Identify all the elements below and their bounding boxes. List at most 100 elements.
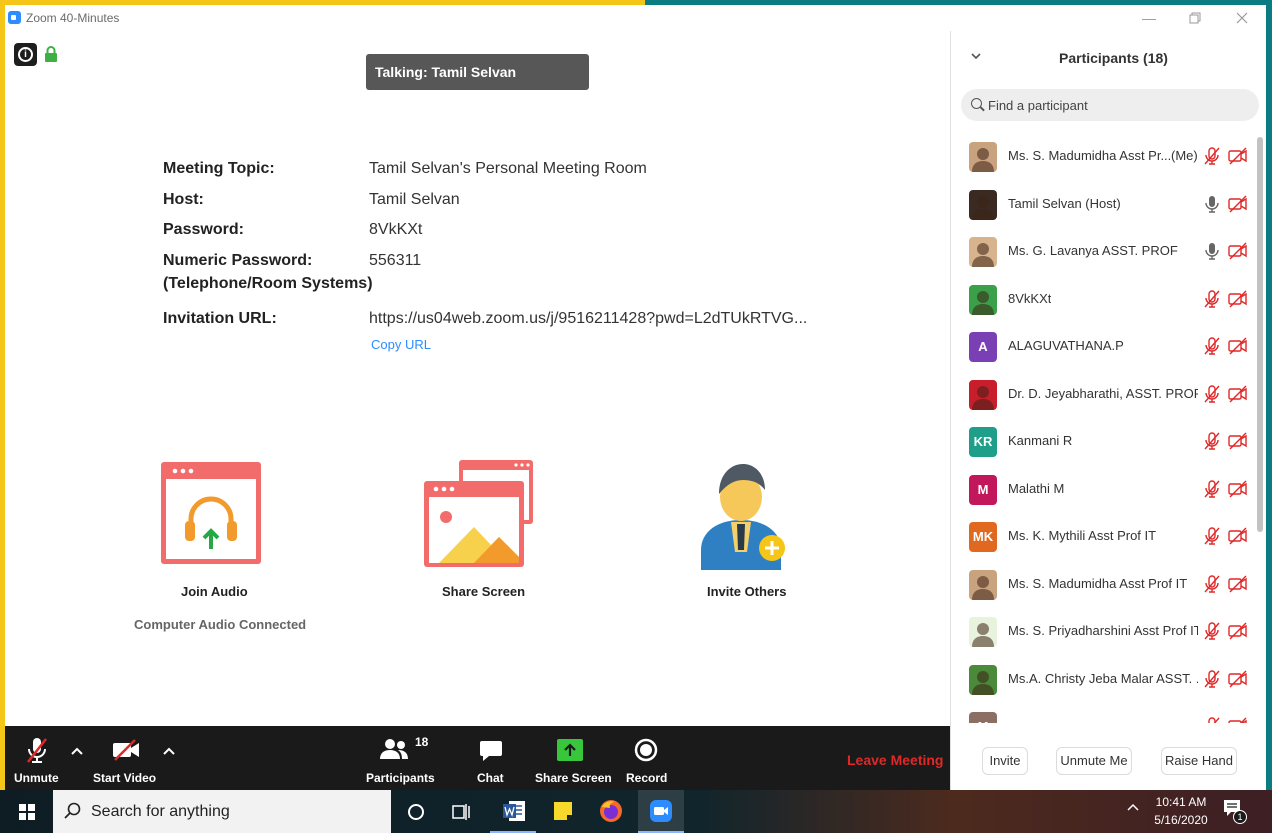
notification-count-badge: 1 [1233,810,1247,824]
join-audio-label[interactable]: Join Audio [181,584,248,599]
invite-button[interactable]: Invite [982,747,1028,775]
microphone-muted-icon [1203,431,1223,451]
video-off-icon [1227,431,1249,451]
close-button[interactable] [1228,8,1256,28]
participant-name: Tamil Selvan (Host) [1008,195,1121,211]
desktop-frame-right [1266,0,1272,790]
taskbar-search-input[interactable] [91,801,381,823]
copy-url-link[interactable]: Copy URL [371,337,431,352]
info-label: Password: [163,221,244,238]
start-video-button[interactable]: Start Video [89,726,163,790]
video-off-icon [1227,526,1249,546]
participants-list: Ms. S. Madumidha Asst Pr... (Me) Tamil Sel… [951,133,1255,723]
taskbar-zoom-app[interactable] [638,790,684,833]
invite-others-button[interactable] [695,452,795,570]
video-off-icon [1227,146,1249,166]
audio-options-caret-icon[interactable] [71,744,83,758]
unmute-button[interactable]: Unmute [5,726,69,790]
task-view-icon [452,804,470,820]
participant-avatar: M [969,474,997,505]
participant-avatar [969,379,997,410]
cortana-button[interactable] [393,790,439,833]
window-title: Zoom 40-Minutes [26,11,120,25]
microphone-icon [1203,241,1223,261]
participant-row[interactable]: Ms. G. Lavanya ASST. PROF [951,228,1255,275]
video-off-icon [1227,384,1249,404]
share-screen-label[interactable]: Share Screen [442,584,525,599]
chat-button[interactable]: Chat [467,726,513,790]
show-hidden-icons-chevron-icon[interactable] [1127,800,1139,814]
invite-others-label[interactable]: Invite Others [707,584,786,599]
cortana-icon [408,804,424,820]
start-video-label: Start Video [93,771,157,785]
meeting-info-button[interactable]: i [14,43,37,66]
task-view-button[interactable] [439,790,485,833]
participant-row[interactable]: KR Kanmani R [951,418,1255,465]
raise-hand-button[interactable]: Raise Hand [1161,747,1237,775]
zoom-window: Zoom 40-Minutes — i Talking: Tamil Selva… [5,5,1266,790]
taskbar-sticky-notes-app[interactable] [540,790,586,833]
share-screen-icon [424,460,533,567]
participant-avatar [969,664,997,695]
taskbar-word-app[interactable] [490,790,536,833]
join-audio-button[interactable] [155,457,265,567]
microphone-muted-icon [1203,574,1223,594]
clock-time: 10:41 AM [1155,795,1207,809]
start-button[interactable] [0,790,53,833]
microphone-muted-icon [27,738,47,763]
share-screen-button[interactable]: Share Screen [532,726,612,790]
participant-row[interactable]: Ms.A. Christy Jeba Malar ASST. ... [951,656,1255,703]
maximize-button[interactable] [1181,8,1209,28]
taskbar-search-icon [64,802,81,819]
participant-avatar: MK [969,522,997,552]
participant-row[interactable]: Tamil Selvan (Host) [951,181,1255,228]
info-value: 556311 [369,252,422,269]
join-audio-icon [161,462,261,564]
taskbar-clock[interactable]: 10:41 AM 5/16/2020 [1146,793,1216,829]
lock-icon[interactable] [44,45,58,63]
zoom-icon [650,800,672,822]
audio-status-text: Computer Audio Connected [134,617,307,632]
participant-row[interactable]: Ms. S. Priyadharshini Asst Prof IT [951,608,1255,655]
restore-icon [1189,12,1201,24]
share-screen-big-button[interactable] [418,457,538,569]
participant-row[interactable]: M [951,703,1255,723]
participants-count-badge: 18 [415,735,429,749]
collapse-panel-chevron-icon[interactable] [971,49,981,63]
search-icon [971,98,982,109]
info-value: https://us04web.zoom.us/j/9516211428?pwd… [369,310,808,327]
participant-search-input[interactable] [988,95,1248,115]
video-options-caret-icon[interactable] [163,744,175,758]
participant-name: Kanmani R [1008,433,1073,448]
record-button[interactable]: Record [622,726,672,790]
participants-button[interactable]: 18 Participants [357,726,437,790]
microphone-icon [1203,194,1223,214]
info-value: Tamil Selvan [369,191,460,208]
minimize-button[interactable]: — [1135,8,1163,28]
participant-row[interactable]: Ms. S. Madumidha Asst Pr... (Me) [951,133,1255,180]
participant-row[interactable]: M Malathi M [951,466,1255,513]
chat-label: Chat [477,771,504,785]
participant-search-box[interactable] [961,89,1259,121]
participant-row[interactable]: A ALAGUVATHANA.P [951,323,1255,370]
taskbar-firefox-app[interactable] [588,790,634,833]
taskbar-search-box[interactable] [53,790,391,833]
windows-logo-icon [19,804,35,820]
leave-meeting-button[interactable]: Leave Meeting [847,752,943,768]
participant-row[interactable]: MK Ms. K. Mythili Asst Prof IT [951,513,1255,560]
scrollbar-thumb[interactable] [1257,137,1263,532]
participant-avatar [969,569,997,600]
participant-name: Ms. G. Lavanya ASST. PROF [1008,243,1178,258]
participant-row[interactable]: Dr. D. Jeyabharathi, ASST. PROF [951,371,1255,418]
unmute-me-button[interactable]: Unmute Me [1056,747,1132,775]
info-label-secondary: (Telephone/Room Systems) [163,275,373,292]
video-off-icon [1227,669,1249,689]
participants-icon [380,739,408,759]
action-center-button[interactable]: 1 [1222,798,1250,826]
participants-scrollbar[interactable] [1256,133,1263,723]
participant-name: Dr. D. Jeyabharathi, ASST. PROF [1008,385,1198,401]
participant-row[interactable]: 8VkKXt [951,276,1255,323]
video-off-icon [1227,574,1249,594]
participant-row[interactable]: Ms. S. Madumidha Asst Prof IT [951,561,1255,608]
participant-me-tag: (Me) [1171,148,1198,163]
